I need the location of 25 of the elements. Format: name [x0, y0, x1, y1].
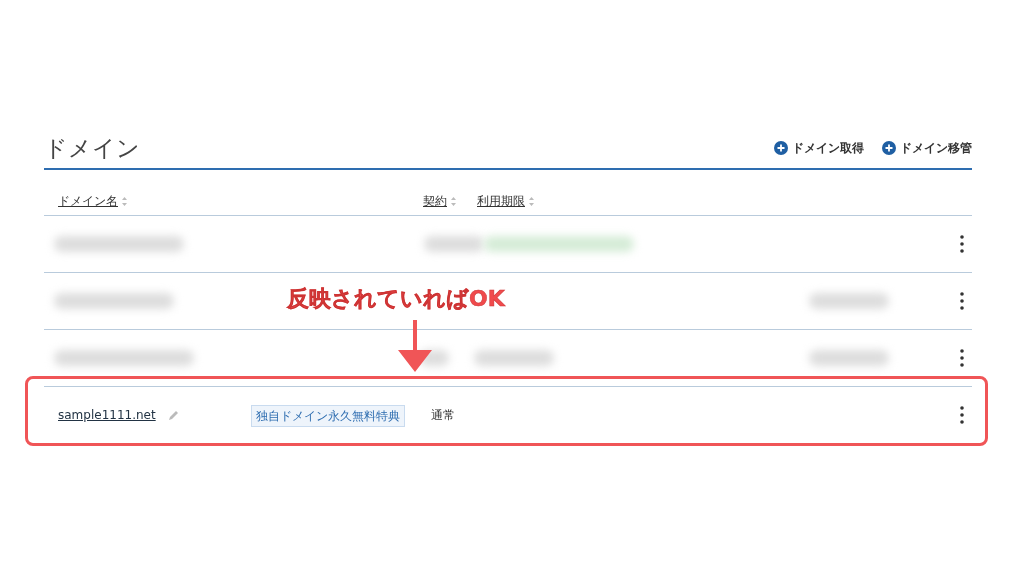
- annotation-text: 反映されていればOK: [287, 285, 505, 313]
- plus-circle-icon: [882, 141, 896, 155]
- more-icon: [960, 292, 964, 310]
- more-icon: [960, 349, 964, 367]
- contract-type: 通常: [431, 406, 455, 424]
- more-button[interactable]: [958, 404, 966, 426]
- more-icon: [960, 406, 964, 424]
- sort-icon: [529, 197, 534, 206]
- campaign-tag: 独自ドメイン永久無料特典: [251, 405, 405, 427]
- sort-icon: [451, 197, 456, 206]
- domain-link[interactable]: sample1111.net: [58, 408, 156, 422]
- page-title: ドメイン: [44, 133, 140, 163]
- more-icon: [960, 235, 964, 253]
- sort-icon: [122, 197, 127, 206]
- add-link[interactable]: ドメイン取得: [774, 139, 864, 157]
- more-button[interactable]: [958, 347, 966, 369]
- add-link[interactable]: ドメイン移管: [882, 139, 972, 157]
- column-header[interactable]: ドメイン名: [58, 193, 423, 210]
- down-arrow: [398, 320, 432, 372]
- plus-circle-icon: [774, 141, 788, 155]
- pencil-icon: [167, 409, 179, 421]
- more-button[interactable]: [958, 233, 966, 255]
- column-header[interactable]: 利用期限: [477, 193, 677, 210]
- more-button[interactable]: [958, 290, 966, 312]
- column-header[interactable]: 契約: [423, 193, 477, 210]
